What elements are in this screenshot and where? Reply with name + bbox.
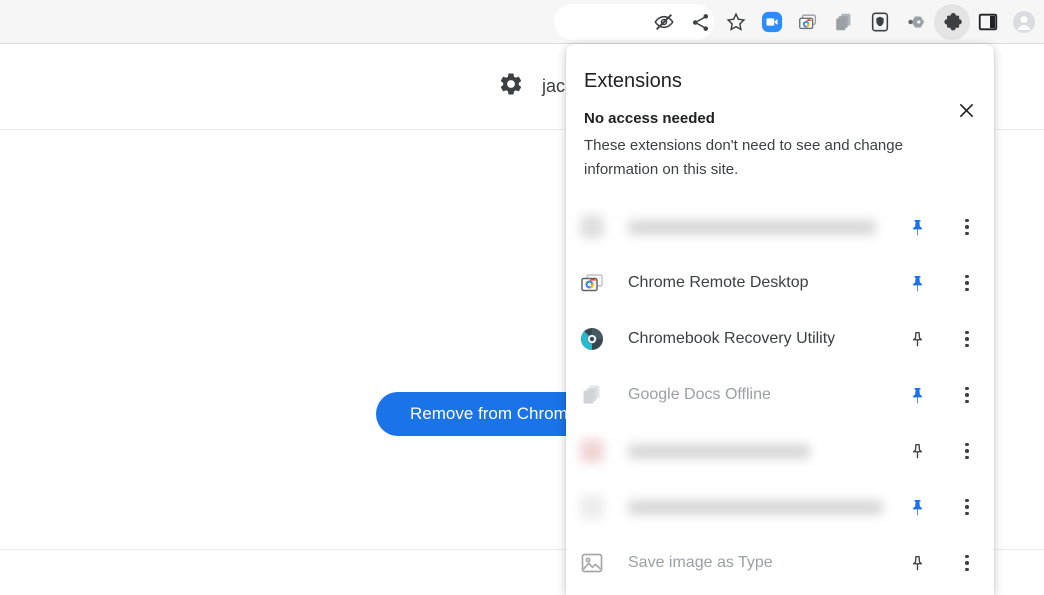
- extension-name: Chromebook Recovery Utility: [628, 330, 902, 348]
- pin-icon[interactable]: [902, 492, 932, 522]
- side-panel-icon[interactable]: [970, 4, 1006, 40]
- more-vertical-icon[interactable]: [954, 324, 980, 354]
- redacted-extension-icon: [580, 495, 604, 519]
- extension-row[interactable]: Chrome Remote Desktop: [566, 255, 994, 311]
- extension-row[interactable]: Google Docs Offline: [566, 367, 994, 423]
- more-vertical-icon[interactable]: [954, 380, 980, 410]
- google-docs-offline-icon: [580, 383, 604, 407]
- shield-extension-icon[interactable]: [862, 4, 898, 40]
- extension-name: Save image as Type: [628, 554, 902, 572]
- more-vertical-icon[interactable]: [954, 436, 980, 466]
- remove-from-chrome-button[interactable]: Remove from Chrome: [376, 392, 591, 436]
- extension-name: Google Docs Offline: [628, 386, 902, 404]
- profile-avatar-icon[interactable]: [1006, 4, 1042, 40]
- pin-icon[interactable]: [902, 380, 932, 410]
- chrome-remote-desktop-icon: [580, 271, 604, 295]
- site-header-account: jack: [498, 71, 574, 102]
- pin-icon[interactable]: [902, 268, 932, 298]
- extension-list: Chrome Remote Desktop Chromebook Recovery…: [566, 199, 994, 591]
- save-image-as-type-icon: [580, 551, 604, 575]
- popup-title: Extensions: [584, 70, 682, 93]
- pin-icon[interactable]: [902, 436, 932, 466]
- extension-row[interactable]: Chromebook Recovery Utility: [566, 311, 994, 367]
- eye-slash-icon[interactable]: [646, 4, 682, 40]
- gear-icon[interactable]: [498, 71, 524, 102]
- extension-name-redacted: [628, 444, 810, 459]
- pin-icon[interactable]: [902, 324, 932, 354]
- popup-description: These extensions don't need to see and c…: [584, 134, 969, 182]
- extension-name-redacted: [628, 500, 883, 515]
- extension-row[interactable]: [566, 199, 994, 255]
- close-icon[interactable]: [952, 96, 980, 124]
- key-extension-icon[interactable]: [898, 4, 934, 40]
- toolbar-icon-group: [646, 0, 1044, 44]
- redacted-extension-icon: [580, 439, 604, 463]
- more-vertical-icon[interactable]: [954, 212, 980, 242]
- popup-section-title: No access needed: [584, 110, 715, 127]
- extensions-puzzle-icon[interactable]: [934, 4, 970, 40]
- google-docs-offline-icon[interactable]: [826, 4, 862, 40]
- more-vertical-icon[interactable]: [954, 548, 980, 578]
- redacted-extension-icon: [580, 215, 604, 239]
- chrome-remote-desktop-icon[interactable]: [790, 4, 826, 40]
- more-vertical-icon[interactable]: [954, 268, 980, 298]
- browser-toolbar: [0, 0, 1044, 44]
- extension-row[interactable]: Save image as Type: [566, 535, 994, 591]
- extension-row[interactable]: [566, 423, 994, 479]
- extension-row[interactable]: [566, 479, 994, 535]
- pin-icon[interactable]: [902, 548, 932, 578]
- browser-window: jack Remove from Chrome eviews Support R…: [0, 0, 1044, 595]
- extensions-popup: Extensions No access needed These extens…: [566, 44, 994, 595]
- extension-name-redacted: [628, 220, 876, 235]
- zoom-extension-icon[interactable]: [754, 4, 790, 40]
- bookmark-star-icon[interactable]: [718, 4, 754, 40]
- chromebook-recovery-utility-icon: [580, 327, 604, 351]
- extension-name: Chrome Remote Desktop: [628, 274, 902, 292]
- more-vertical-icon[interactable]: [954, 492, 980, 522]
- share-icon[interactable]: [682, 4, 718, 40]
- pin-icon[interactable]: [902, 212, 932, 242]
